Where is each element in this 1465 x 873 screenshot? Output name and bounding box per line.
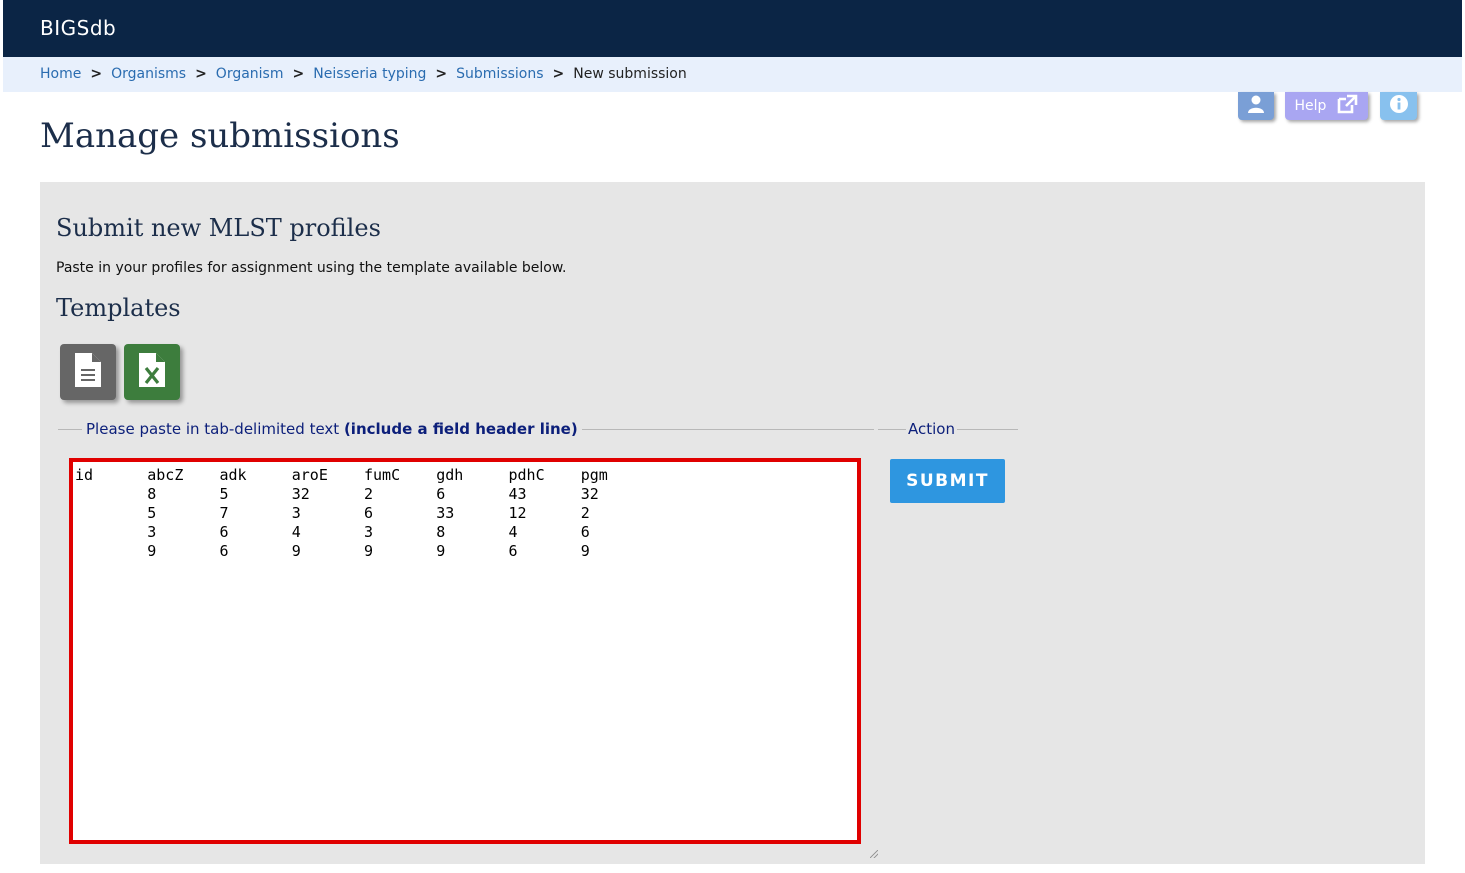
paste-legend-text: Please paste in tab-delimited text <box>86 420 340 438</box>
text-file-icon <box>74 352 102 392</box>
info-icon <box>1389 94 1409 118</box>
breadcrumb: Home > Organisms > Organism > Neisseria typing… <box>3 57 1462 92</box>
breadcrumb-neisseria-typing[interactable]: Neisseria typing <box>313 66 426 82</box>
breadcrumb-submissions[interactable]: Submissions <box>456 66 543 82</box>
breadcrumb-separator: > <box>292 66 305 82</box>
external-link-icon <box>1336 94 1358 118</box>
profiles-textarea[interactable] <box>69 458 861 844</box>
app-title[interactable]: BIGSdb <box>40 16 116 40</box>
textarea-resize-handle[interactable] <box>870 850 878 858</box>
breadcrumb-separator: > <box>435 66 448 82</box>
paste-fieldset: Please paste in tab-delimited text (incl… <box>58 420 878 858</box>
submit-button[interactable]: SUBMIT <box>890 459 1005 503</box>
breadcrumb-organism[interactable]: Organism <box>216 66 284 82</box>
intro-text: Paste in your profiles for assignment us… <box>56 260 567 276</box>
submission-panel: Submit new MLST profiles Paste in your p… <box>40 182 1425 864</box>
text-template-button[interactable] <box>60 344 116 400</box>
info-button[interactable] <box>1380 92 1417 120</box>
breadcrumb-current: New submission <box>573 66 687 82</box>
user-icon <box>1246 94 1266 118</box>
excel-file-icon <box>138 352 166 392</box>
site-header: BIGSdb <box>3 0 1462 57</box>
excel-template-button[interactable] <box>124 344 180 400</box>
breadcrumb-separator: > <box>90 66 103 82</box>
breadcrumb-separator: > <box>552 66 565 82</box>
breadcrumb-organisms[interactable]: Organisms <box>111 66 186 82</box>
section-title: Submit new MLST profiles <box>56 214 381 242</box>
templates-heading: Templates <box>56 294 181 322</box>
paste-legend: Please paste in tab-delimited text (incl… <box>82 420 582 438</box>
help-button[interactable]: Help <box>1285 92 1368 120</box>
action-legend: Action <box>908 420 955 438</box>
paste-legend-note: (include a field header line) <box>343 420 578 438</box>
help-label: Help <box>1294 98 1327 114</box>
breadcrumb-home[interactable]: Home <box>40 66 81 82</box>
breadcrumb-separator: > <box>195 66 207 82</box>
page-title: Manage submissions <box>40 116 400 156</box>
user-button[interactable] <box>1238 92 1274 120</box>
action-fieldset: Action SUBMIT <box>878 420 1018 503</box>
